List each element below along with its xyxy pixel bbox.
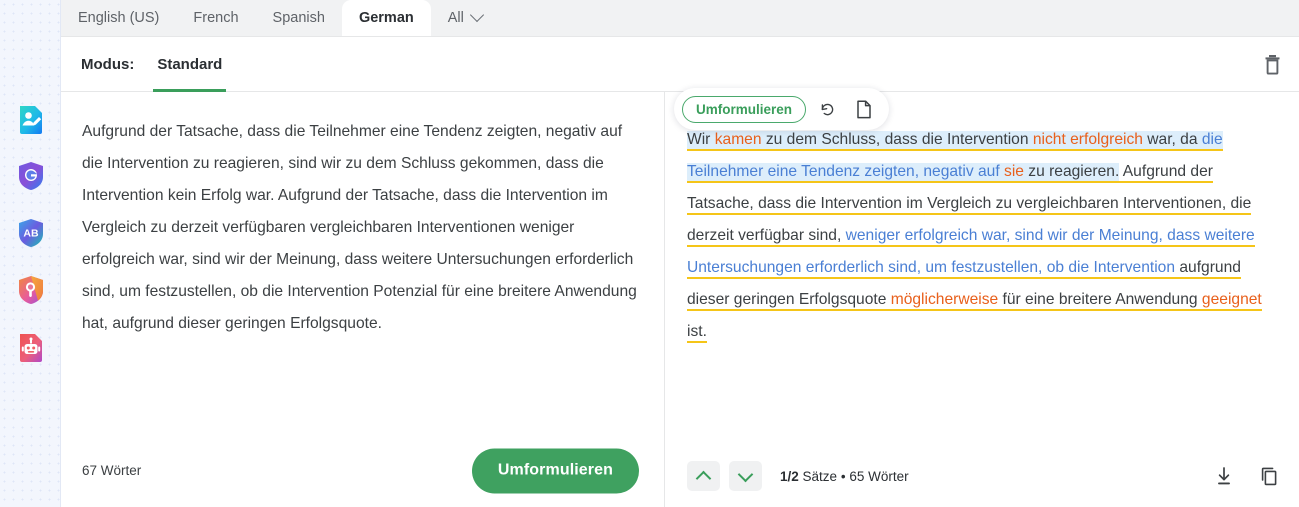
plagiarism-shield-icon[interactable] [15,160,47,192]
changed-word[interactable]: geeignet [1202,291,1262,308]
language-tab-bar: English (US) French Spanish German All [61,0,1299,37]
source-panel-footer: 67 Wörter Umformulieren [61,434,665,507]
tab-english-us[interactable]: English (US) [61,0,176,36]
changed-word[interactable]: nicht erfolgreich [1033,131,1143,148]
paraphraser-app: AB English (US) French Spanish German Al… [0,0,1299,507]
mode-tab-standard-label: Standard [157,55,223,73]
ab-shield-icon[interactable]: AB [15,217,47,249]
document-icon [856,99,871,118]
mode-label: Modus: [81,55,135,73]
changed-word[interactable]: möglicherweise [891,291,998,308]
output-panel-footer: 1/2 Sätze • 65 Wörter [665,445,1299,507]
output-word-count: 65 Wörter [849,468,909,484]
tab-all-label: All [447,10,464,26]
tool-sidebar: AB [0,0,61,507]
tab-german[interactable]: German [341,0,431,36]
output-text-run: war, da [1142,131,1202,148]
copy-icon [1261,467,1276,486]
download-button[interactable] [1210,462,1238,490]
chevron-down-icon [469,7,484,23]
source-word-count: 67 Wörter [82,463,142,478]
output-pill-toolbar: Umformulieren [674,88,890,130]
pill-regenerate-button[interactable] [813,95,842,124]
editor-panels: Aufgrund der Tatsache, dass die Teilnehm… [61,88,1299,507]
output-text-run: zu dem Schluss, dass die Intervention [761,131,1033,148]
source-textarea[interactable]: Aufgrund der Tatsache, dass die Teilnehm… [82,116,644,340]
output-text-run: Wir [687,131,715,148]
output-status-text: 1/2 Sätze • 65 Wörter [780,469,909,484]
paraphrase-button[interactable]: Umformulieren [471,448,639,493]
rotate-ccw-icon [821,103,834,115]
next-sentence-button[interactable] [729,461,762,491]
status-separator: • [840,468,846,484]
changed-word[interactable]: sie [1004,163,1024,180]
copy-button[interactable] [1255,462,1283,490]
output-text-run: ist. [687,323,707,340]
output-sentence-2[interactable]: Aufgrund der Tatsache, dass die Interven… [687,163,1262,343]
trash-icon [1265,54,1279,75]
tab-all-dropdown[interactable]: All [431,0,499,36]
sentence-counter: 1/2 [780,468,799,484]
robot-document-icon[interactable] [15,331,47,363]
output-text-run: zu reagieren. [1023,163,1120,180]
output-panel: Umformulieren Wir kamen zu dem Schluss, … [665,88,1299,507]
output-text-content[interactable]: Wir kamen zu dem Schluss, dass die Inter… [687,124,1275,348]
tab-french[interactable]: French [176,0,255,36]
prev-sentence-button[interactable] [687,461,720,491]
pill-rephrase-button[interactable]: Umformulieren [682,95,807,123]
grammar-checker-icon[interactable] [15,103,47,135]
mode-bar: Modus: Standard [61,37,1299,92]
tab-spanish[interactable]: Spanish [256,0,342,36]
sentence-counter-suffix: Sätze [798,468,838,484]
search-shield-icon[interactable] [15,274,47,306]
source-panel: Aufgrund der Tatsache, dass die Teilnehm… [61,92,665,507]
output-text-run: für eine breitere Anwendung [998,291,1202,308]
svg-text:AB: AB [23,228,39,240]
mode-tab-standard[interactable]: Standard [153,37,227,92]
output-actions [1210,462,1283,490]
pill-document-button[interactable] [849,95,878,124]
download-icon [1218,467,1230,485]
chevron-down-icon [737,466,754,482]
chevron-up-icon [695,470,712,486]
changed-word[interactable]: kamen [715,131,762,148]
delete-button[interactable] [1257,49,1287,79]
